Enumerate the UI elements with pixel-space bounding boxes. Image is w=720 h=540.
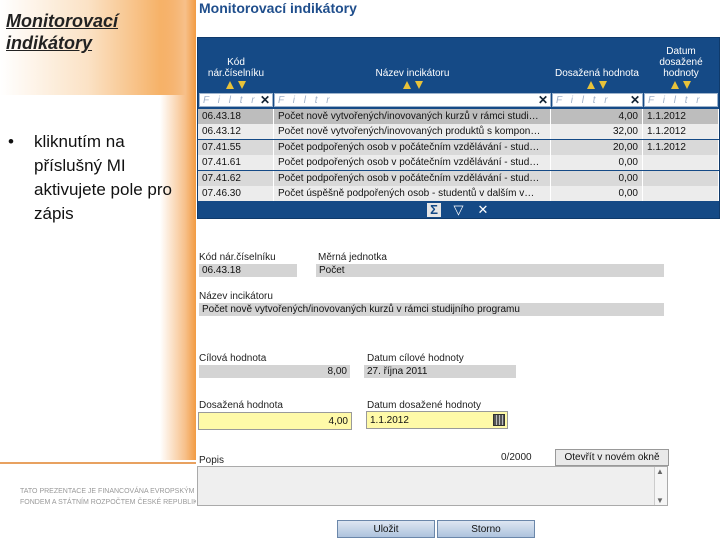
clear-filter-icon[interactable]: ✕ [630, 93, 640, 107]
filter-input-code[interactable]: F i l t r ✕ [199, 93, 273, 107]
table-cell-code: 07.41.55 [198, 139, 274, 155]
sort-asc-icon[interactable] [226, 81, 234, 89]
name-label: Název incikátoru [199, 291, 273, 302]
filter-placeholder: F i l t r [556, 95, 611, 106]
code-label: Kód nár.číselníku [199, 252, 276, 263]
table-cell-code: 06.43.12 [198, 124, 274, 140]
column-header-date[interactable]: Datum dosažené hodnoty [643, 38, 719, 92]
filter-placeholder: F i l t r [278, 95, 333, 106]
column-header-achieved[interactable]: Dosažená hodnota [551, 38, 643, 92]
table-row[interactable]: 07.46.30 Počet úspěšně podpořených osob -… [198, 186, 719, 201]
popis-textarea[interactable]: ▲ ▼ [197, 466, 668, 506]
slide-bullet: • kliknutím na příslušný MI aktivujete p… [6, 130, 176, 226]
table-cell-name: Počet nově vytvořených/inovovaných kurzů… [274, 109, 551, 124]
column-header-label: Dosažená hodnota [555, 68, 639, 79]
target-value: 8,00 [199, 365, 350, 378]
column-header-name[interactable]: Název incikátoru [274, 38, 551, 92]
table-cell-code: 07.41.61 [198, 155, 274, 171]
table-cell-code: 07.46.30 [198, 186, 274, 201]
popis-label: Popis [199, 455, 225, 466]
sum-icon[interactable]: Σ [427, 203, 442, 217]
table-cell-date [643, 170, 719, 186]
clear-filters-icon[interactable]: ✕ [476, 203, 490, 217]
filter-icon[interactable]: ▽ [452, 203, 466, 217]
cancel-button[interactable]: Storno [437, 520, 535, 538]
clear-filter-icon[interactable]: ✕ [260, 93, 270, 107]
table-cell-date: 1.1.2012 [643, 139, 719, 155]
table-cell-name: Počet podpořených osob v počátečním vzdě… [274, 155, 551, 171]
slide-footer-line2: FONDEM A STÁTNÍM ROZPOČTEM ČESKÉ REPUBLI… [20, 499, 196, 506]
code-value: 06.43.18 [199, 264, 297, 277]
sort-asc-icon[interactable] [671, 81, 679, 89]
unit-label: Měrná jednotka [318, 252, 387, 263]
table-cell-achieved: 20,00 [551, 139, 643, 155]
table-cell-date [643, 155, 719, 171]
calendar-icon[interactable] [493, 414, 505, 426]
sort-desc-icon[interactable] [683, 81, 691, 89]
achieved-date-label: Datum dosažené hodnoty [367, 400, 481, 411]
table-cell-name: Počet podpořených osob v počátečním vzdě… [274, 139, 551, 155]
filter-placeholder: F i l t r [203, 95, 258, 106]
column-header-code[interactable]: Kód nár.číselníku [198, 38, 274, 92]
open-new-window-button[interactable]: Otevřít v novém okně [555, 449, 669, 466]
indicators-grid: Kód nár.číselníku Název incikátoru Dosaž… [197, 37, 720, 219]
table-row[interactable]: 06.43.12 Počet nově vytvořených/inovovaný… [198, 124, 719, 140]
textarea-scrollbar[interactable]: ▲ ▼ [654, 467, 667, 505]
column-header-label: Datum dosažené hodnoty [659, 46, 703, 79]
column-header-label: Kód nár.číselníku [207, 57, 265, 79]
table-cell-name: Počet úspěšně podpořených osob - student… [274, 186, 551, 201]
scroll-up-icon[interactable]: ▲ [656, 467, 664, 476]
scroll-down-icon[interactable]: ▼ [656, 496, 664, 505]
grid-toolbar: Σ ▽ ✕ [198, 201, 719, 218]
table-row[interactable]: 07.41.55 Počet podpořených osob v počáteč… [198, 139, 719, 155]
name-value: Počet nově vytvořených/inovovaných kurzů… [199, 303, 664, 316]
char-counter: 0/2000 [501, 452, 532, 463]
sort-asc-icon[interactable] [402, 81, 411, 89]
table-cell-name: Počet nově vytvořených/inovovaných produ… [274, 124, 551, 140]
slide-title: Monitorovací indikátory [6, 11, 119, 53]
table-row[interactable]: 07.41.62 Počet podpořených osob v počáteč… [198, 170, 719, 186]
table-cell-achieved: 0,00 [551, 186, 643, 201]
table-row[interactable]: 07.41.61 Počet podpořených osob v počáteč… [198, 155, 719, 171]
table-cell-code: 06.43.18 [198, 109, 274, 124]
save-button[interactable]: Uložit [337, 520, 435, 538]
sort-desc-icon[interactable] [599, 81, 607, 89]
filter-row: F i l t r ✕ F i l t r ✕ F i l t r ✕ F i l t… [198, 93, 719, 108]
slide-decoration-side [160, 0, 196, 460]
slide-divider [0, 462, 196, 464]
achieved-label: Dosažená hodnota [199, 400, 283, 411]
achieved-date-text: 1.1.2012 [370, 415, 409, 426]
table-cell-achieved: 4,00 [551, 109, 643, 124]
table-cell-name: Počet podpořených osob v počátečním vzdě… [274, 170, 551, 186]
table-cell-date: 1.1.2012 [643, 124, 719, 140]
filter-placeholder: F i l t r [648, 95, 703, 106]
table-cell-date: 1.1.2012 [643, 109, 719, 124]
bullet-icon: • [8, 132, 14, 151]
filter-input-date[interactable]: F i l t r [644, 93, 718, 107]
clear-filter-icon[interactable]: ✕ [538, 93, 548, 107]
target-date-value: 27. října 2011 [364, 365, 516, 378]
filter-input-name[interactable]: F i l t r ✕ [274, 93, 551, 107]
table-cell-achieved: 0,00 [551, 170, 643, 186]
unit-value: Počet [316, 264, 664, 277]
sort-desc-icon[interactable] [414, 81, 423, 89]
slide-footer-line1: TATO PREZENTACE JE FINANCOVÁNA EVROPSKÝM… [20, 488, 196, 495]
table-cell-achieved: 0,00 [551, 155, 643, 171]
table-cell-code: 07.41.62 [198, 170, 274, 186]
sort-asc-icon[interactable] [587, 81, 595, 89]
panel-title: Monitorovací indikátory [199, 0, 357, 16]
slide-footer: TATO PREZENTACE JE FINANCOVÁNA EVROPSKÝM… [20, 486, 196, 508]
table-cell-date [643, 186, 719, 201]
target-date-label: Datum cílové hodnoty [367, 353, 464, 364]
target-label: Cílová hodnota [199, 353, 267, 364]
column-header-label: Název incikátoru [375, 68, 450, 79]
sort-desc-icon[interactable] [238, 81, 246, 89]
table-cell-achieved: 32,00 [551, 124, 643, 140]
slide-bullet-text: kliknutím na příslušný MI aktivujete pol… [34, 132, 172, 223]
achieved-value-input[interactable]: 4,00 [198, 412, 352, 430]
table-row[interactable]: 06.43.18 Počet nově vytvořených/inovovaný… [198, 109, 719, 124]
filter-input-achieved[interactable]: F i l t r ✕ [552, 93, 643, 107]
achieved-date-input[interactable]: 1.1.2012 [366, 411, 508, 429]
